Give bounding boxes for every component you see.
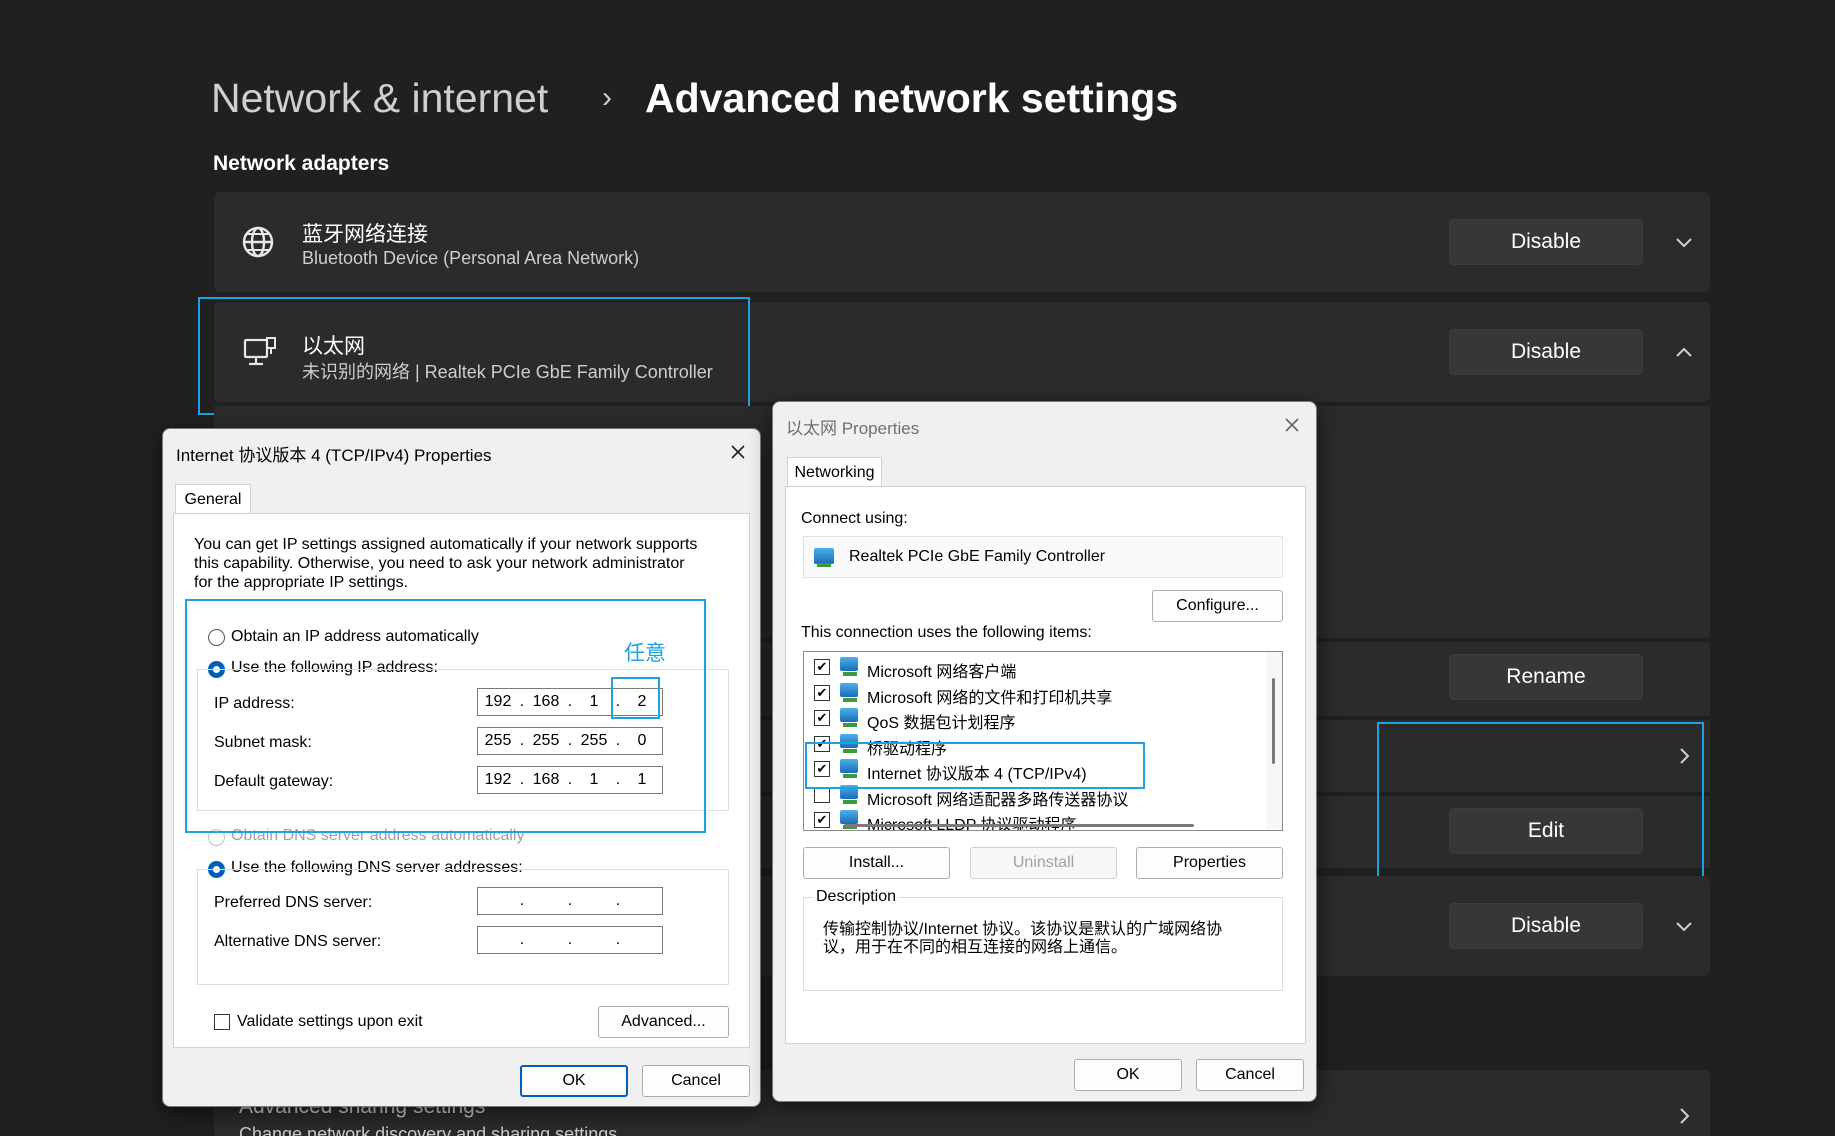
list-item[interactable]: ✔ QoS 数据包计划程序 — [804, 706, 1264, 732]
page-title: Advanced network settings — [645, 74, 1179, 121]
tab-general[interactable]: General — [175, 484, 251, 514]
item-label: QoS 数据包计划程序 — [867, 715, 1016, 732]
preferred-dns-input[interactable]: ... — [477, 887, 663, 915]
chevron-down-icon[interactable] — [1664, 222, 1704, 262]
intro-text: this capability. Otherwise, you need to … — [194, 555, 685, 572]
item-checkbox[interactable]: ✔ — [814, 812, 830, 828]
network-adapter-icon — [814, 548, 834, 567]
configure-button[interactable]: Configure... — [1152, 590, 1283, 622]
properties-button[interactable]: Properties — [1136, 847, 1283, 879]
list-item[interactable]: ✔ Microsoft 网络的文件和打印机共享 — [804, 681, 1264, 707]
install-button[interactable]: Install... — [803, 847, 950, 879]
close-icon[interactable] — [721, 435, 755, 469]
advanced-button[interactable]: Advanced... — [598, 1006, 729, 1038]
list-scrollbar[interactable] — [1266, 652, 1282, 830]
items-list[interactable]: ✔ Microsoft 网络客户端 ✔ Microsoft 网络的文件和打印机共享 ✔ Q… — [803, 651, 1283, 831]
cancel-button[interactable]: Cancel — [642, 1065, 750, 1097]
item-label: Microsoft 网络客户端 — [867, 664, 1017, 681]
dialog-title: Internet 协议版本 4 (TCP/IPv4) Properties — [176, 446, 492, 465]
chevron-right-icon[interactable] — [1664, 1096, 1704, 1136]
dialog-title: 以太网 Properties — [786, 419, 920, 438]
validate-checkbox[interactable] — [214, 1014, 230, 1030]
adapter-card-bluetooth[interactable]: 蓝牙网络连接 Bluetooth Device (Personal Area N… — [214, 192, 1710, 292]
description-label: Description — [813, 888, 900, 906]
ok-button[interactable]: OK — [1074, 1059, 1182, 1091]
list-item[interactable]: ✔ Microsoft 网络客户端 — [804, 655, 1264, 681]
close-icon[interactable] — [1275, 408, 1309, 442]
section-title: Network adapters — [213, 152, 390, 175]
disable-button[interactable]: Disable — [1449, 903, 1643, 949]
globe-icon — [240, 224, 276, 260]
intro-text: You can get IP settings assigned automat… — [194, 536, 698, 553]
breadcrumb-chevron-icon: › — [602, 81, 612, 114]
preferred-dns-label: Preferred DNS server: — [214, 894, 373, 911]
item-label: Microsoft LLDP 协议驱动程序 — [867, 811, 1077, 830]
adapter-display: Realtek PCIe GbE Family Controller — [803, 536, 1283, 578]
scrollbar-thumb[interactable] — [1272, 678, 1275, 764]
last-octet-highlight-box — [611, 677, 660, 719]
annotation-note: 任意 — [624, 642, 666, 665]
list-item[interactable]: ✔ Microsoft LLDP 协议驱动程序 — [804, 808, 1264, 830]
item-checkbox[interactable]: ✔ — [814, 659, 830, 675]
horizontal-scrollbar-thumb[interactable] — [844, 824, 1194, 827]
cancel-button[interactable]: Cancel — [1196, 1059, 1304, 1091]
protocol-icon — [840, 708, 858, 727]
chevron-up-icon[interactable] — [1664, 332, 1704, 372]
item-label: Microsoft 网络的文件和打印机共享 — [867, 689, 1113, 707]
item-label: Microsoft 网络适配器多路传送器协议 — [867, 791, 1129, 809]
rename-button[interactable]: Rename — [1449, 654, 1643, 700]
tab-networking[interactable]: Networking — [787, 457, 882, 487]
disable-button[interactable]: Disable — [1449, 329, 1643, 375]
chevron-down-icon[interactable] — [1664, 906, 1704, 946]
connect-using-label: Connect using: — [801, 510, 908, 527]
disable-button[interactable]: Disable — [1449, 219, 1643, 265]
protocol-icon — [840, 657, 858, 676]
item-checkbox[interactable]: ✔ — [814, 684, 830, 701]
item-checkbox[interactable]: ✔ — [814, 710, 830, 726]
adapter-description: Bluetooth Device (Personal Area Network) — [302, 248, 640, 268]
advanced-sharing-subtitle: Change network discovery and sharing set… — [239, 1124, 618, 1136]
alternate-dns-label: Alternative DNS server: — [214, 933, 382, 950]
items-label: This connection uses the following items… — [801, 624, 1092, 641]
ok-button[interactable]: OK — [520, 1065, 628, 1097]
breadcrumb-parent[interactable]: Network & internet — [211, 68, 548, 128]
description-text: 议，用于在不同的相互连接的网络上通信。 — [823, 939, 1128, 956]
protocol-icon — [840, 810, 858, 829]
adapter-name: Realtek PCIe GbE Family Controller — [849, 548, 1106, 565]
ethernet-highlight-box — [198, 297, 750, 415]
ipv4-item-highlight-box — [805, 742, 1145, 789]
alternate-dns-input[interactable]: ... — [477, 926, 663, 954]
edit-highlight-box — [1377, 722, 1704, 883]
uninstall-button: Uninstall — [970, 847, 1117, 879]
adapter-name: 蓝牙网络连接 — [302, 223, 428, 246]
validate-label: Validate settings upon exit — [237, 1013, 423, 1030]
intro-text: for the appropriate IP settings. — [194, 574, 409, 591]
protocol-icon — [840, 682, 858, 702]
